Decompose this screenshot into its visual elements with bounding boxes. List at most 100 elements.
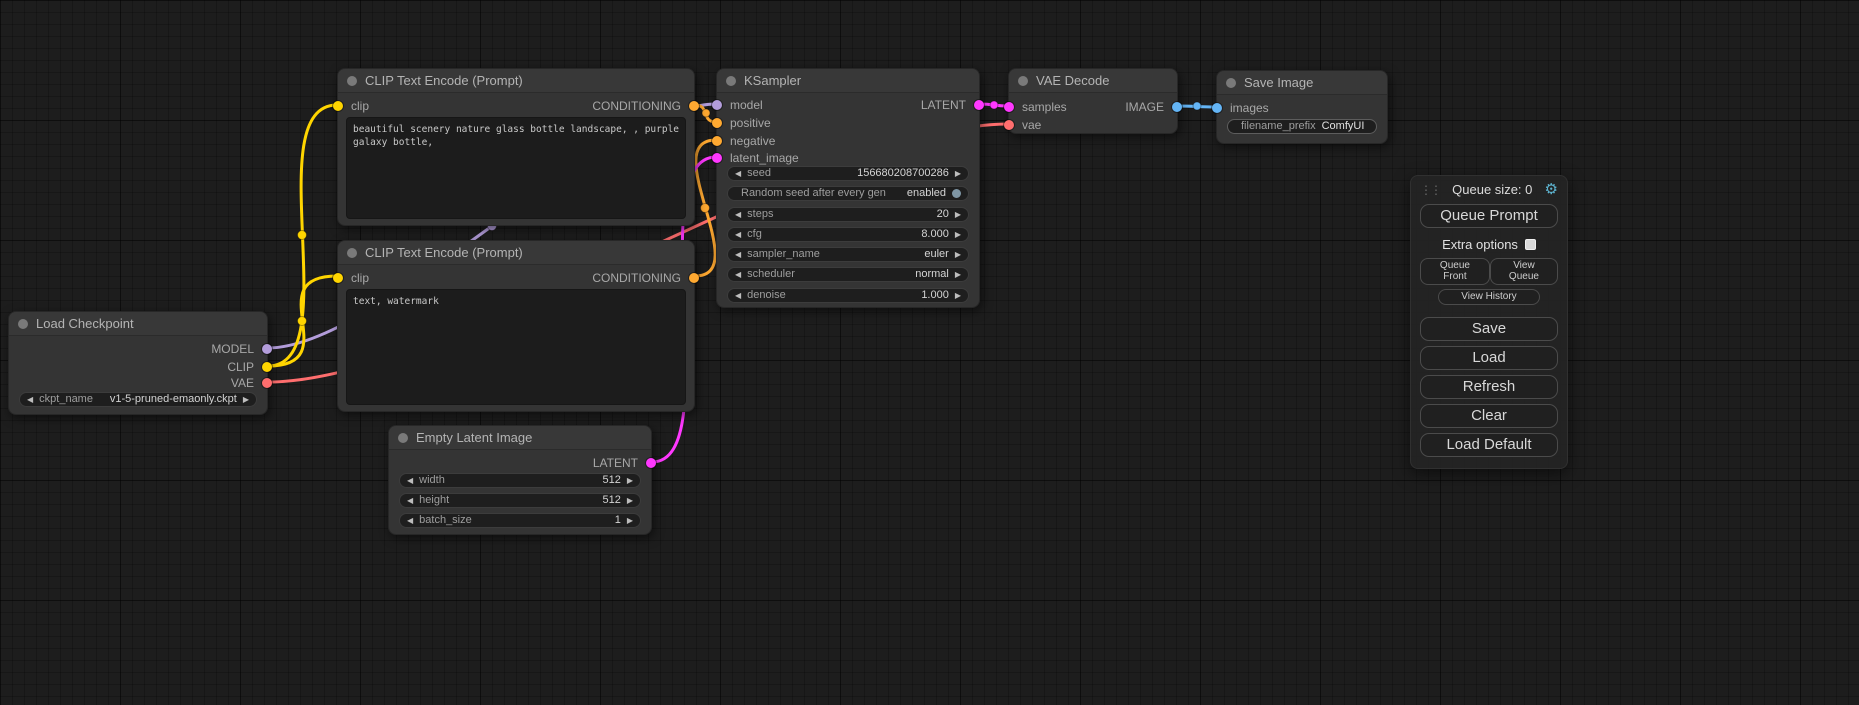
input-slot-model[interactable]: model LATENT xyxy=(717,98,979,112)
output-slot-model[interactable]: MODEL xyxy=(9,342,267,356)
node-title-bar[interactable]: VAE Decode xyxy=(1009,69,1177,93)
arrow-left-icon[interactable]: ◀ xyxy=(735,289,741,302)
random-seed-toggle-widget[interactable]: Random seed after every gen enabled xyxy=(727,186,969,201)
prompt-textarea[interactable]: text, watermark xyxy=(346,289,686,405)
node-title-bar[interactable]: KSampler xyxy=(717,69,979,93)
ckpt-name-widget[interactable]: ◀ ckpt_name v1-5-pruned-emaonly.ckpt ▶ xyxy=(19,392,257,407)
slot-row[interactable]: clip CONDITIONING xyxy=(338,99,694,113)
input-slot-latent-image[interactable]: latent_image xyxy=(717,151,979,165)
prompt-textarea[interactable]: beautiful scenery nature glass bottle la… xyxy=(346,117,686,219)
arrow-right-icon[interactable]: ▶ xyxy=(955,208,961,221)
collapse-dot[interactable] xyxy=(1226,78,1236,88)
arrow-right-icon[interactable]: ▶ xyxy=(627,494,633,507)
node-save-image[interactable]: Save Image images filename_prefix ComfyU… xyxy=(1216,70,1388,144)
node-ksampler[interactable]: KSampler model LATENT positive negative … xyxy=(716,68,980,308)
extra-options-checkbox[interactable] xyxy=(1525,239,1536,250)
image-output-port[interactable] xyxy=(1172,102,1182,112)
clip-input-port[interactable] xyxy=(333,273,343,283)
clear-button[interactable]: Clear xyxy=(1420,404,1558,428)
output-slot-vae[interactable]: VAE xyxy=(9,376,267,390)
view-history-button[interactable]: View History xyxy=(1438,289,1539,305)
collapse-dot[interactable] xyxy=(18,319,28,329)
node-title-bar[interactable]: CLIP Text Encode (Prompt) xyxy=(338,69,694,93)
node-load-checkpoint[interactable]: Load Checkpoint MODEL CLIP VAE ◀ ckpt_na… xyxy=(8,311,268,415)
load-default-button[interactable]: Load Default xyxy=(1420,433,1558,457)
node-title-bar[interactable]: Load Checkpoint xyxy=(9,312,267,336)
samples-input-port[interactable] xyxy=(1004,102,1014,112)
height-widget[interactable]: ◀ height 512 ▶ xyxy=(399,493,641,508)
width-widget[interactable]: ◀ width 512 ▶ xyxy=(399,473,641,488)
settings-gear-icon[interactable]: ⚙ xyxy=(1545,183,1558,197)
batch-size-widget[interactable]: ◀ batch_size 1 ▶ xyxy=(399,513,641,528)
drag-handle-icon[interactable]: ⋮⋮ xyxy=(1420,183,1440,197)
save-button[interactable]: Save xyxy=(1420,317,1558,341)
arrow-left-icon[interactable]: ◀ xyxy=(735,268,741,281)
arrow-left-icon[interactable]: ◀ xyxy=(407,514,413,527)
arrow-right-icon[interactable]: ▶ xyxy=(955,289,961,302)
clip-port[interactable] xyxy=(262,362,272,372)
vae-port[interactable] xyxy=(262,378,272,388)
node-graph-canvas[interactable]: Load Checkpoint MODEL CLIP VAE ◀ ckpt_na… xyxy=(0,0,1859,705)
arrow-right-icon[interactable]: ▶ xyxy=(243,393,249,406)
collapse-dot[interactable] xyxy=(726,76,736,86)
view-queue-button[interactable]: View Queue xyxy=(1490,258,1558,285)
output-slot-latent[interactable]: LATENT xyxy=(389,456,651,470)
model-port[interactable] xyxy=(262,344,272,354)
model-input-port[interactable] xyxy=(712,100,722,110)
input-slot-samples[interactable]: samples IMAGE xyxy=(1009,100,1177,114)
arrow-left-icon[interactable]: ◀ xyxy=(27,393,33,406)
output-slot-clip[interactable]: CLIP xyxy=(9,360,267,374)
slot-row[interactable]: clip CONDITIONING xyxy=(338,271,694,285)
arrow-right-icon[interactable]: ▶ xyxy=(955,167,961,180)
arrow-left-icon[interactable]: ◀ xyxy=(735,248,741,261)
positive-input-port[interactable] xyxy=(712,118,722,128)
cfg-widget[interactable]: ◀ cfg 8.000 ▶ xyxy=(727,227,969,242)
arrow-left-icon[interactable]: ◀ xyxy=(407,494,413,507)
clip-input-port[interactable] xyxy=(333,101,343,111)
refresh-button[interactable]: Refresh xyxy=(1420,375,1558,399)
sampler-name-widget[interactable]: ◀ sampler_name euler ▶ xyxy=(727,247,969,262)
queue-prompt-button[interactable]: Queue Prompt xyxy=(1420,204,1558,228)
queue-front-button[interactable]: Queue Front xyxy=(1420,258,1490,285)
arrow-right-icon[interactable]: ▶ xyxy=(627,514,633,527)
node-vae-decode[interactable]: VAE Decode samples IMAGE vae xyxy=(1008,68,1178,134)
denoise-widget[interactable]: ◀ denoise 1.000 ▶ xyxy=(727,288,969,303)
arrow-left-icon[interactable]: ◀ xyxy=(735,167,741,180)
node-clip-text-encode-negative[interactable]: CLIP Text Encode (Prompt) clip CONDITION… xyxy=(337,240,695,412)
latent-output-port[interactable] xyxy=(974,100,984,110)
latent-output-port[interactable] xyxy=(646,458,656,468)
input-slot-positive[interactable]: positive xyxy=(717,116,979,130)
input-slot-negative[interactable]: negative xyxy=(717,134,979,148)
widget-label: steps xyxy=(747,208,773,221)
collapse-dot[interactable] xyxy=(347,76,357,86)
seed-widget[interactable]: ◀ seed 156680208700286 ▶ xyxy=(727,166,969,181)
conditioning-output-port[interactable] xyxy=(689,273,699,283)
input-slot-vae[interactable]: vae xyxy=(1009,118,1177,132)
filename-prefix-widget[interactable]: filename_prefix ComfyUI xyxy=(1227,119,1377,134)
arrow-right-icon[interactable]: ▶ xyxy=(955,228,961,241)
load-button[interactable]: Load xyxy=(1420,346,1558,370)
arrow-left-icon[interactable]: ◀ xyxy=(735,228,741,241)
arrow-left-icon[interactable]: ◀ xyxy=(735,208,741,221)
collapse-dot[interactable] xyxy=(1018,76,1028,86)
node-clip-text-encode-positive[interactable]: CLIP Text Encode (Prompt) clip CONDITION… xyxy=(337,68,695,226)
input-slot-images[interactable]: images xyxy=(1217,101,1387,115)
latent-image-input-port[interactable] xyxy=(712,153,722,163)
collapse-dot[interactable] xyxy=(347,248,357,258)
node-title-bar[interactable]: Save Image xyxy=(1217,71,1387,95)
arrow-left-icon[interactable]: ◀ xyxy=(407,474,413,487)
toggle-knob[interactable] xyxy=(952,189,961,198)
node-title-bar[interactable]: Empty Latent Image xyxy=(389,426,651,450)
collapse-dot[interactable] xyxy=(398,433,408,443)
scheduler-widget[interactable]: ◀ scheduler normal ▶ xyxy=(727,267,969,282)
arrow-right-icon[interactable]: ▶ xyxy=(627,474,633,487)
conditioning-output-port[interactable] xyxy=(689,101,699,111)
arrow-right-icon[interactable]: ▶ xyxy=(955,268,961,281)
steps-widget[interactable]: ◀ steps 20 ▶ xyxy=(727,207,969,222)
node-empty-latent-image[interactable]: Empty Latent Image LATENT ◀ width 512 ▶ … xyxy=(388,425,652,535)
images-input-port[interactable] xyxy=(1212,103,1222,113)
vae-input-port[interactable] xyxy=(1004,120,1014,130)
arrow-right-icon[interactable]: ▶ xyxy=(955,248,961,261)
negative-input-port[interactable] xyxy=(712,136,722,146)
node-title-bar[interactable]: CLIP Text Encode (Prompt) xyxy=(338,241,694,265)
